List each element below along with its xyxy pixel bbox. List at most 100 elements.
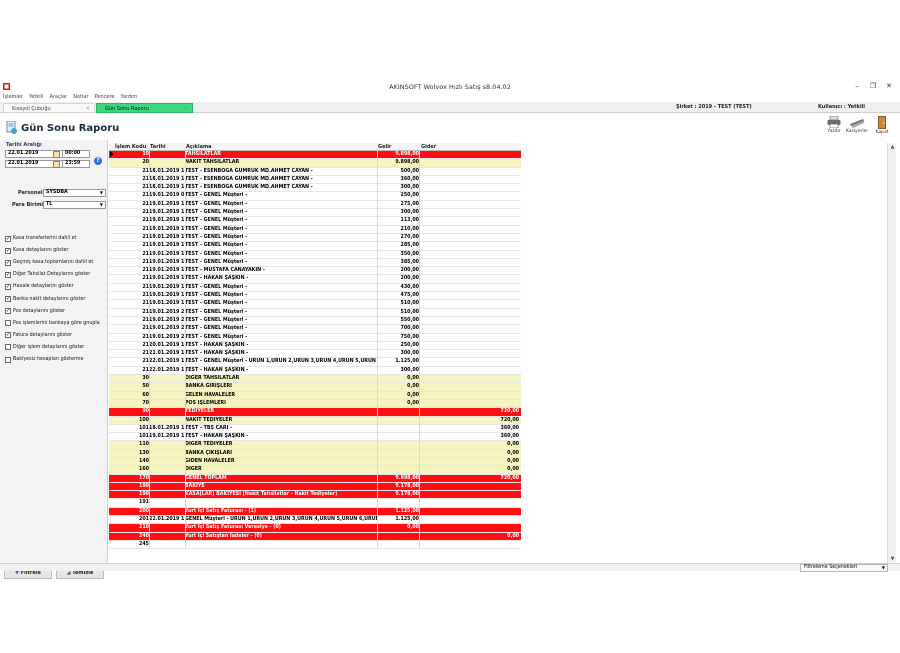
table-row[interactable]: 21 19.01.2019 1 TEST - GENEL Müşteri - 285,…: [109, 242, 521, 251]
table-row[interactable]: 130 BANKA ÇIKIŞLARI 0,00: [109, 449, 521, 458]
scroll-down-icon[interactable]: ▼: [888, 555, 897, 563]
table-row[interactable]: 60 GELEN HAVALELER 0,00: [109, 391, 521, 400]
table-row[interactable]: 21 19.01.2019 1 TEST - GENEL Müşteri - 510,…: [109, 300, 521, 309]
table-row[interactable]: 110 DİĞER TEDİYELER 0,00: [109, 441, 521, 450]
option-checkbox-row[interactable]: ✓ Geçmiş kasa toplamlarını dahil et: [5, 258, 93, 267]
personnel-select[interactable]: SYSDBA ▼: [43, 189, 106, 197]
table-row[interactable]: 70 POS İŞLEMLERİ 0,00: [109, 399, 521, 409]
calendar-icon[interactable]: [53, 150, 60, 158]
col-header-date[interactable]: Tarihi: [150, 144, 166, 150]
menu-pencere[interactable]: Pencere: [95, 93, 115, 102]
table-row[interactable]: 21 19.01.2019 1 TEST - GENEL Müşteri - 475,…: [109, 292, 521, 301]
option-checkbox-row[interactable]: Diğer işlem detaylarını göster: [5, 343, 84, 352]
table-row[interactable]: 200 Yurt İçi Satış Faturası - (1) 1.125,00: [109, 507, 521, 517]
table-row[interactable]: 21 19.01.2019 2 TEST - GENEL Müşteri - 750,…: [109, 333, 521, 342]
checkbox-checked[interactable]: ✓: [5, 235, 11, 242]
filter-options-select[interactable]: Filtreleme Seçenekleri ▼: [800, 564, 888, 572]
option-checkbox-row[interactable]: ✓ Havale detaylarını göster: [5, 282, 74, 291]
restore-icon[interactable]: ❐: [868, 81, 878, 91]
vertical-scrollbar[interactable]: ▲ ▼: [887, 143, 896, 563]
table-row[interactable]: 21 19.01.2019 2 TEST - GENEL Müşteri - 700,…: [109, 325, 521, 334]
checkbox-checked[interactable]: ✓: [5, 247, 11, 254]
checkbox-unchecked[interactable]: [5, 320, 11, 327]
checkbox-checked[interactable]: ✓: [5, 283, 11, 290]
option-checkbox-row[interactable]: ✓ Fatura detaylarını göster: [5, 331, 72, 340]
menu-araclar[interactable]: Araçlar: [49, 93, 67, 102]
col-header-code[interactable]: İşlem Kodu: [115, 144, 146, 150]
table-row[interactable]: 21 19.01.2019 1 TEST - GENEL Müşteri - 210,…: [109, 225, 521, 234]
table-row[interactable]: 21 19.01.2019 1 TEST - GENEL Müşteri - 430,…: [109, 283, 521, 293]
table-row[interactable]: 21 20.01.2019 1 TEST - HAKAN ŞAŞKIN - 250,0…: [109, 341, 521, 351]
table-row[interactable]: 21 19.01.2019 1 TEST - GENEL Müşteri - 350,…: [109, 250, 521, 259]
table-row[interactable]: 21 19.01.2019 1 TEST - GENEL Müşteri - 300,…: [109, 209, 521, 218]
table-row[interactable]: 240 Yurt İçi Satıştan İadeler - (0) 0,00: [109, 532, 521, 541]
table-row[interactable]: 50 BANKA GİRİŞLERİ 0,00: [109, 383, 521, 392]
checkbox-checked[interactable]: ✓: [5, 296, 11, 302]
table-row[interactable]: 21 19.01.2019 2 TEST - GENEL Müşteri - 550,…: [109, 316, 521, 326]
currency-select[interactable]: TL ▼: [43, 201, 106, 209]
option-checkbox-row[interactable]: Pos işlemlerini bankaya göre gnupla: [5, 319, 100, 328]
scroll-up-icon[interactable]: ▲: [888, 143, 897, 151]
table-row[interactable]: 20 NAKİT TAHSİLATLAR 9.898,00: [109, 159, 521, 168]
option-checkbox-row[interactable]: ✓ Kasa detaylarını göster: [5, 246, 68, 255]
table-row[interactable]: 180 BAKİYE 9.178,00: [109, 482, 521, 492]
tab-day-end-report[interactable]: Gün Sonu Raporu ×: [96, 103, 193, 113]
table-row[interactable]: 190 KASA(LAR) BAKİYESİ (Nakit Tahsilatlar…: [109, 491, 521, 500]
option-checkbox-row[interactable]: Bakiyesiz hesapları gösterme: [5, 355, 83, 364]
table-row[interactable]: 21 18.01.2019 1 TEST - ESENBOĞA GÜMRÜK MD.…: [109, 184, 521, 193]
minimize-icon[interactable]: –: [852, 81, 862, 91]
col-header-desc[interactable]: Açıklama: [186, 144, 212, 150]
checkbox-checked[interactable]: ✓: [5, 308, 11, 315]
tab-shortcut-bar[interactable]: Kısayol Çubuğu ×: [3, 103, 95, 113]
table-row[interactable]: 21 18.01.2019 1 TEST - ESENBOĞA GÜMRÜK MD.…: [109, 167, 521, 176]
table-row[interactable]: 201 22.01.2019 1 GENEL Müşteri - ÜRÜN 1,ÜR…: [109, 516, 521, 525]
option-checkbox-row[interactable]: ✓ Diğer Tahsilat Detaylarını göster: [5, 270, 90, 279]
col-header-expense[interactable]: Gider: [421, 144, 436, 150]
table-row[interactable]: 21 19.01.2019 1 TEST - HAKAN ŞAŞKIN - 200,0…: [109, 275, 521, 284]
close-window-icon[interactable]: ✕: [884, 81, 894, 91]
table-row[interactable]: 160 DİĞER 0,00: [109, 466, 521, 475]
checkbox-checked[interactable]: ✓: [5, 332, 11, 339]
menu-yardim[interactable]: Yardım: [120, 93, 137, 102]
table-row[interactable]: 245: [109, 540, 521, 550]
option-checkbox-row[interactable]: ✓ Banka nakit detaylarını göster: [5, 295, 85, 304]
table-row[interactable]: 21 19.01.2019 2 TEST - GENEL Müşteri - 510,…: [109, 308, 521, 317]
table-row[interactable]: 21 19.01.2019 1 TEST - GENEL Müşteri - 270,…: [109, 233, 521, 243]
table-row[interactable]: 100 NAKİT TEDİYELER 720,00: [109, 416, 521, 425]
table-row[interactable]: 21 18.01.2019 1 TEST - ESENBOĞA GÜMRÜK MD.…: [109, 175, 521, 185]
menu-notlar[interactable]: Notlar: [73, 93, 88, 102]
option-checkbox-row[interactable]: ✓ Pos detaylarını göster: [5, 307, 65, 316]
table-row[interactable]: 21 19.01.2019 1 TEST - GENEL Müşteri - 113,…: [109, 217, 521, 226]
checkbox-unchecked[interactable]: [5, 344, 11, 351]
table-row[interactable]: 21 19.01.2019 0 TEST - GENEL Müşteri - 250,…: [109, 192, 521, 201]
table-row[interactable]: 210 Yurt İçi Satış Faturası Veresiye - (0…: [109, 524, 521, 533]
option-checkbox-row[interactable]: ✓ Kasa transferlerini dahil et: [5, 234, 76, 243]
checkbox-checked[interactable]: ✓: [5, 259, 11, 266]
checkbox-checked[interactable]: ✓: [5, 271, 11, 278]
table-row[interactable]: 10 TAHSİLATLAR 9.898,00: [109, 151, 521, 160]
table-row[interactable]: 21 21.01.2019 1 TEST - HAKAN ŞAŞKIN - 300,0…: [109, 350, 521, 359]
table-row[interactable]: 101 19.01.2019 1 TEST - HAKAN ŞAŞKIN - 360,…: [109, 433, 521, 442]
table-row[interactable]: 191: [109, 499, 521, 508]
cashiers-button[interactable]: Kasiyerler: [845, 116, 869, 140]
table-row[interactable]: 21 19.01.2019 1 TEST - MUSTAFA CANAYAKIN -…: [109, 267, 521, 276]
col-header-income[interactable]: Gelir: [378, 144, 391, 150]
table-row[interactable]: 21 19.01.2019 1 TEST - GENEL Müşteri - 385,…: [109, 258, 521, 268]
table-row[interactable]: 101 18.01.2019 1 TEST - TBS CARİ - 360,00: [109, 424, 521, 434]
menu-yetkili[interactable]: Yetkili: [29, 93, 44, 102]
checkbox-unchecked[interactable]: [5, 356, 11, 363]
table-row[interactable]: 21 22.01.2019 1 TEST - HAKAN ŞAŞKIN - 300,0…: [109, 366, 521, 376]
table-row[interactable]: 170 GENEL TOPLAM 9.898,00 720,00: [109, 474, 521, 483]
table-row[interactable]: 21 22.01.2019 1 TEST - GENEL Müşteri - ÜRÜ…: [109, 358, 521, 367]
calendar-icon[interactable]: [53, 160, 60, 168]
start-time-field[interactable]: 00:00: [62, 150, 90, 158]
print-button[interactable]: Yazdır: [822, 116, 846, 140]
help-icon[interactable]: ?: [94, 157, 102, 165]
table-row[interactable]: 140 GİDEN HAVALELER 0,00: [109, 457, 521, 467]
menu-islemler[interactable]: İşlemler: [3, 93, 23, 102]
table-row[interactable]: 90 TEDİYELER 720,00: [109, 408, 521, 417]
table-row[interactable]: 21 19.01.2019 1 TEST - GENEL Müşteri - 275,…: [109, 200, 521, 210]
table-row[interactable]: 30 DİĞER TAHSİLATLAR 0,00: [109, 375, 521, 384]
close-report-button[interactable]: Kapat: [870, 116, 894, 140]
end-time-field[interactable]: 23:59: [62, 160, 90, 168]
